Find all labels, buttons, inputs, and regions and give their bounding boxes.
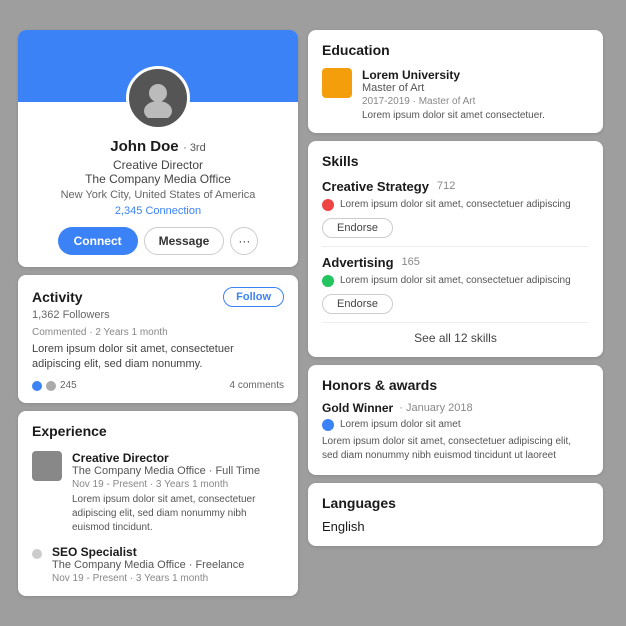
- skill-item-1: Creative Strategy 712 Lorem ipsum dolor …: [322, 179, 589, 238]
- profile-card: John Doe · 3rd Creative Director The Com…: [18, 30, 298, 267]
- more-button[interactable]: ···: [230, 227, 258, 255]
- endorse-button-1[interactable]: Endorse: [322, 218, 393, 238]
- languages-title: Languages: [322, 495, 396, 511]
- honors-title: Honors & awards: [322, 377, 437, 393]
- left-panel: John Doe · 3rd Creative Director The Com…: [18, 30, 298, 597]
- activity-likes: 245: [32, 380, 77, 391]
- activity-meta: Commented · 2 Years 1 month: [32, 327, 284, 338]
- profile-degree: · 3rd: [183, 142, 206, 154]
- skill-name-1: Creative Strategy: [322, 179, 429, 194]
- skill-item-2: Advertising 165 Lorem ipsum dolor sit am…: [322, 255, 589, 314]
- profile-location: New York City, United States of America: [34, 189, 282, 201]
- exp-company-2: The Company Media Office · Freelance: [52, 559, 244, 571]
- exp-title-1: Creative Director: [72, 451, 284, 465]
- education-title: Education: [322, 42, 390, 58]
- profile-name-row: John Doe · 3rd: [34, 138, 282, 156]
- exp-desc-1: Lorem ipsum dolor sit amet, consectetuer…: [72, 493, 284, 535]
- profile-actions: Connect Message ···: [34, 227, 282, 255]
- edu-desc: Lorem ipsum dolor sit amet consectetuer.: [362, 110, 545, 121]
- honors-short: Lorem ipsum dolor sit amet: [322, 419, 589, 431]
- exp-dot-2: [32, 549, 42, 559]
- profile-name: John Doe: [110, 138, 178, 155]
- skills-divider-2: [322, 322, 589, 323]
- follow-button[interactable]: Follow: [223, 287, 284, 307]
- right-panel: Education Lorem University Master of Art…: [308, 30, 603, 597]
- endorse-button-2[interactable]: Endorse: [322, 294, 393, 314]
- skill-count-1: 712: [437, 180, 455, 192]
- experience-card: Experience Creative Director The Company…: [18, 411, 298, 596]
- languages-card: Languages English: [308, 483, 603, 546]
- skills-card: Skills Creative Strategy 712 Lorem ipsum…: [308, 141, 603, 357]
- skill-dot-green: [322, 275, 334, 287]
- skill-count-2: 165: [402, 256, 420, 268]
- activity-text: Lorem ipsum dolor sit amet, consectetuer…: [32, 342, 284, 373]
- followers-count: 1,362 Followers: [32, 309, 284, 321]
- profile-banner: [18, 30, 298, 102]
- avatar: [126, 66, 190, 130]
- edu-date: 2017-2019 · Master of Art: [362, 96, 545, 107]
- like-dot-gray: [46, 381, 56, 391]
- edu-item: Lorem University Master of Art 2017-2019…: [322, 68, 589, 121]
- skill-desc-1: Lorem ipsum dolor sit amet, consectetuer…: [322, 198, 589, 212]
- honors-dot-blue: [322, 419, 334, 431]
- profile-connections[interactable]: 2,345 Connection: [34, 205, 282, 217]
- exp-item-2: SEO Specialist The Company Media Office …: [32, 545, 284, 584]
- connect-button[interactable]: Connect: [58, 227, 138, 255]
- exp-details-2: SEO Specialist The Company Media Office …: [52, 545, 244, 584]
- exp-details-1: Creative Director The Company Media Offi…: [72, 451, 284, 535]
- exp-icon-1: [32, 451, 62, 481]
- experience-title: Experience: [32, 423, 107, 439]
- like-dot-blue: [32, 381, 42, 391]
- activity-card: Activity Follow 1,362 Followers Commente…: [18, 275, 298, 404]
- edu-icon: [322, 68, 352, 98]
- activity-title: Activity: [32, 289, 83, 305]
- profile-title: Creative Director: [34, 158, 282, 172]
- message-button[interactable]: Message: [144, 227, 225, 255]
- edu-degree: Master of Art: [362, 82, 545, 94]
- see-all-skills[interactable]: See all 12 skills: [322, 331, 589, 345]
- edu-details: Lorem University Master of Art 2017-2019…: [362, 68, 545, 121]
- honors-desc: Lorem ipsum dolor sit amet, consectetuer…: [322, 435, 589, 463]
- exp-title-2: SEO Specialist: [52, 545, 244, 559]
- skill-desc-2: Lorem ipsum dolor sit amet, consectetuer…: [322, 274, 589, 288]
- skill-dot-red: [322, 199, 334, 211]
- activity-comments: 4 comments: [230, 380, 284, 391]
- exp-date-1: Nov 19 - Present · 3 Years 1 month: [72, 479, 284, 490]
- likes-count: 245: [60, 380, 77, 391]
- honors-date: · January 2018: [399, 402, 472, 414]
- skills-divider-1: [322, 246, 589, 247]
- skill-header-2: Advertising 165: [322, 255, 589, 270]
- edu-school: Lorem University: [362, 68, 545, 82]
- activity-footer: 245 4 comments: [32, 380, 284, 391]
- skill-header-1: Creative Strategy 712: [322, 179, 589, 194]
- exp-item-1: Creative Director The Company Media Offi…: [32, 451, 284, 535]
- skill-name-2: Advertising: [322, 255, 394, 270]
- exp-date-2: Nov 19 - Present · 3 Years 1 month: [52, 573, 244, 584]
- honors-card: Honors & awards Gold Winner · January 20…: [308, 365, 603, 475]
- exp-company-1: The Company Media Office · Full Time: [72, 465, 284, 477]
- profile-company: The Company Media Office: [34, 172, 282, 186]
- main-container: John Doe · 3rd Creative Director The Com…: [18, 30, 608, 597]
- language-english: English: [322, 519, 589, 534]
- honors-award: Gold Winner: [322, 401, 393, 415]
- education-card: Education Lorem University Master of Art…: [308, 30, 603, 133]
- activity-header: Activity Follow: [32, 287, 284, 307]
- honors-award-row: Gold Winner · January 2018: [322, 401, 589, 415]
- skills-title: Skills: [322, 153, 359, 169]
